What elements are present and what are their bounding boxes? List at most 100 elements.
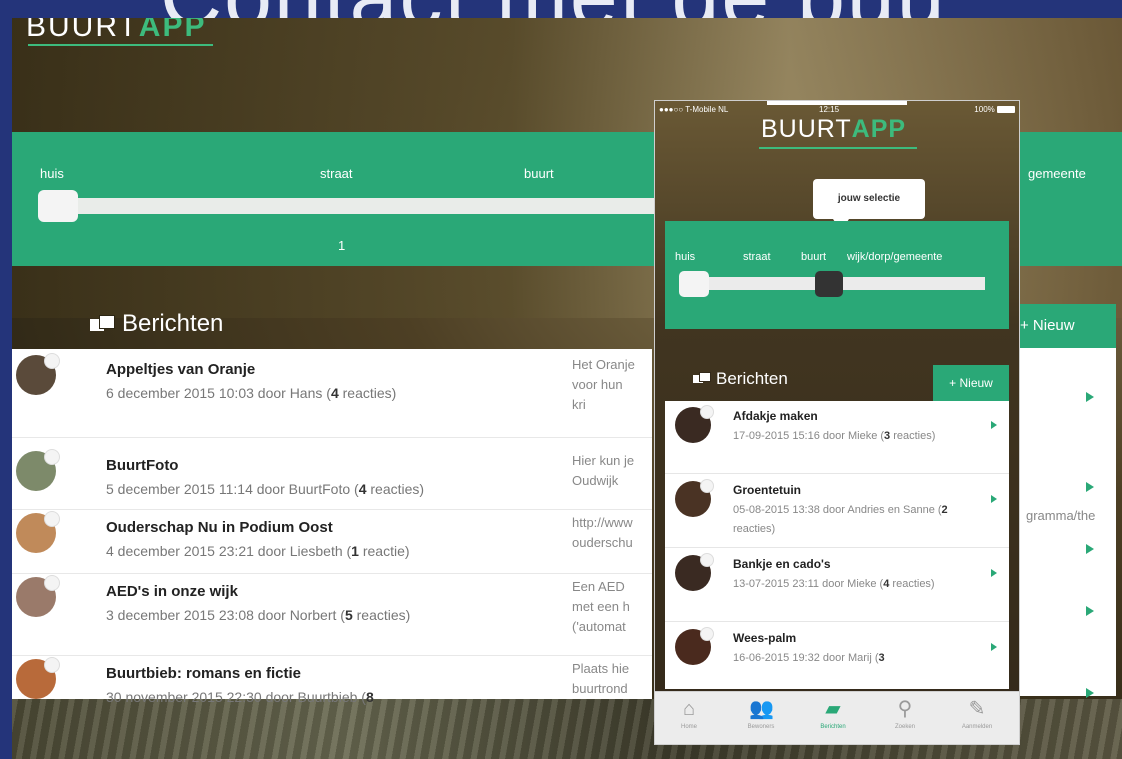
post-title[interactable]: Buurtbieb: romans en fictie — [106, 665, 301, 682]
post-row[interactable]: AED's in onze wijk 3 december 2015 23:08… — [12, 571, 652, 634]
tab-berichten[interactable]: ▰ Berichten — [803, 698, 863, 730]
phone-logo[interactable]: BUURTAPP — [761, 115, 906, 144]
post-title[interactable]: Wees-palm — [733, 631, 796, 645]
post-snippet: Plaats hie — [572, 661, 630, 676]
tab-aanmelden[interactable]: ✎ Aanmelden — [947, 698, 1007, 730]
slider-handle-max[interactable] — [815, 271, 843, 297]
post-title[interactable]: Appeltjes van Oranje — [106, 361, 255, 378]
post-snippet: voor hun — [572, 377, 623, 392]
slider-label-huis[interactable]: huis — [40, 166, 64, 181]
avatar — [16, 575, 60, 617]
slider-label-huis[interactable]: huis — [675, 251, 695, 263]
avatar — [675, 405, 714, 443]
logo-underline — [28, 44, 213, 46]
post-meta: 5 december 2015 11:14 door BuurtFoto (4 … — [106, 481, 425, 497]
divider — [665, 473, 1009, 474]
chevron-right-icon[interactable] — [1086, 606, 1094, 616]
tab-bewoners[interactable]: 👥 Bewoners — [731, 698, 791, 730]
slider-label-gemeente[interactable]: wijk/dorp/gemeente — [847, 251, 942, 263]
chevron-right-icon[interactable] — [991, 495, 997, 503]
post-row[interactable]: Buurtbieb: romans en fictie 30 november … — [12, 653, 652, 715]
post-meta: 3 december 2015 23:08 door Norbert (5 re… — [106, 607, 411, 623]
post-row[interactable]: Wees-palm 16-06-2015 19:32 door Marij (3 — [665, 623, 1009, 695]
post-snippet: Een AED — [572, 579, 625, 594]
chevron-right-icon[interactable] — [1086, 688, 1094, 698]
chevron-right-icon[interactable] — [1086, 544, 1094, 554]
chevron-right-icon[interactable] — [1086, 392, 1094, 402]
post-row[interactable]: BuurtFoto 5 december 2015 11:14 door Buu… — [12, 445, 652, 507]
chevron-right-icon[interactable] — [991, 643, 997, 651]
post-row[interactable]: Afdakje maken 17-09-2015 15:16 door Miek… — [665, 401, 1009, 473]
avatar — [16, 353, 60, 395]
desktop-logo[interactable]: BUURTAPP — [26, 18, 206, 44]
slider-label-buurt[interactable]: buurt — [524, 166, 554, 181]
avatar — [16, 657, 60, 699]
post-row[interactable]: Bankje en cado's 13-07-2015 23:11 door M… — [665, 549, 1009, 621]
logo-app: APP — [138, 18, 207, 43]
messages-icon — [693, 372, 711, 384]
post-snippet: met een h — [572, 599, 630, 614]
post-row[interactable]: Appeltjes van Oranje 6 december 2015 10:… — [12, 349, 652, 412]
chevron-right-icon[interactable] — [1086, 482, 1094, 492]
avatar — [16, 511, 60, 553]
divider — [12, 437, 652, 438]
slider-value: 1 — [338, 238, 346, 253]
phone-section-title: Berichten — [693, 369, 788, 389]
avatar — [675, 479, 714, 517]
post-title[interactable]: Ouderschap Nu in Podium Oost — [106, 519, 333, 536]
home-icon: ⌂ — [682, 698, 696, 720]
search-icon: ⚲ — [897, 698, 913, 720]
status-bar: ●●●○○ T-Mobile NL 12:15 100% — [659, 105, 1015, 114]
post-meta: 05-08-2015 13:38 door Andries en Sanne (… — [733, 504, 948, 535]
desktop-range-slider-end[interactable]: gemeente — [1016, 132, 1122, 266]
post-meta: 17-09-2015 15:16 door Mieke (3 reacties) — [733, 430, 936, 442]
slider-label-buurt[interactable]: buurt — [801, 251, 826, 263]
post-snippet: Oudwijk — [572, 473, 619, 488]
post-meta: 16-06-2015 19:32 door Marij (3 — [733, 652, 885, 664]
post-title[interactable]: Afdakje maken — [733, 409, 818, 423]
post-title[interactable]: AED's in onze wijk — [106, 583, 238, 600]
post-row[interactable]: Groentetuin 05-08-2015 13:38 door Andrie… — [665, 475, 1009, 547]
slider-label-straat[interactable]: straat — [743, 251, 771, 263]
slider-handle[interactable] — [38, 190, 78, 222]
selection-tooltip: jouw selectie — [813, 179, 925, 231]
messages-icon — [90, 315, 116, 333]
desktop-new-post-button[interactable]: + Nieuw — [1012, 304, 1116, 348]
post-snippet: buurtrond — [572, 681, 628, 696]
logo-buurt: BUURT — [26, 18, 139, 43]
tab-zoeken[interactable]: ⚲ Zoeken — [875, 698, 935, 730]
phone-new-post-button[interactable]: + Nieuw — [933, 365, 1009, 401]
desktop-post-list: Appeltjes van Oranje 6 december 2015 10:… — [12, 349, 652, 705]
post-snippet: http://www — [572, 515, 633, 530]
chevron-right-icon[interactable] — [991, 569, 997, 577]
phone-view: ●●●○○ T-Mobile NL 12:15 100% BUURTAPP jo… — [654, 100, 1020, 745]
post-row[interactable]: Ouderschap Nu in Podium Oost 4 december … — [12, 507, 652, 569]
post-title[interactable]: BuurtFoto — [106, 457, 178, 474]
slider-label-gemeente[interactable]: gemeente — [1028, 166, 1086, 181]
avatar — [16, 449, 60, 491]
phone-range-slider[interactable]: huis straat buurt wijk/dorp/gemeente — [665, 221, 1009, 329]
tab-home[interactable]: ⌂ Home — [659, 698, 719, 730]
chevron-right-icon[interactable] — [991, 421, 997, 429]
slider-handle-min[interactable] — [679, 271, 709, 297]
edit-icon: ✎ — [968, 698, 986, 720]
post-snippet: ouderschu — [572, 535, 633, 550]
post-meta: 6 december 2015 10:03 door Hans (4 react… — [106, 385, 397, 401]
post-snippet: Hier kun je — [572, 453, 635, 468]
post-title[interactable]: Groentetuin — [733, 483, 801, 497]
post-title[interactable]: Bankje en cado's — [733, 557, 831, 571]
desktop-section-title: Berichten — [90, 310, 223, 338]
logo-underline — [759, 147, 917, 149]
slider-label-straat[interactable]: straat — [320, 166, 353, 181]
post-meta: 4 december 2015 23:21 door Liesbeth (1 r… — [106, 543, 410, 559]
avatar — [675, 627, 714, 665]
messages-icon: ▰ — [825, 698, 841, 720]
avatar — [675, 553, 714, 591]
phone-post-list: Afdakje maken 17-09-2015 15:16 door Miek… — [665, 401, 1009, 689]
desktop-post-list-right: gramma/the — [1016, 348, 1116, 698]
post-snippet: kri — [572, 397, 586, 412]
battery-icon — [997, 106, 1015, 113]
divider — [665, 547, 1009, 548]
post-snippet: ('automat — [572, 619, 626, 634]
divider — [665, 621, 1009, 622]
